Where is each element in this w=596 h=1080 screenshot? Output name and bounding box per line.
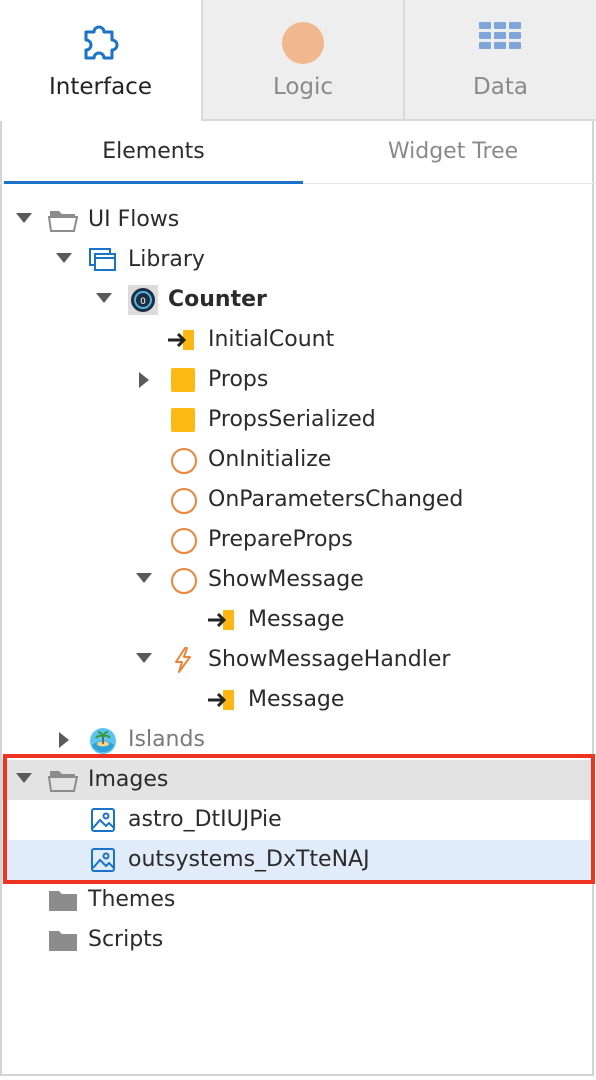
tree-item-label: OnParametersChanged [208,487,464,512]
folder-icon [48,927,77,953]
tree-item-label: Library [128,247,205,272]
folder-icon [48,887,77,913]
tab-widget-tree[interactable]: Widget Tree [303,121,596,184]
input-parameter-icon [168,327,196,353]
tab-elements[interactable]: Elements [4,121,303,184]
chevron-down-icon[interactable] [136,653,152,663]
tree-item-on-initialize[interactable]: OnInitialize [2,440,594,480]
tree-item-show-message-handler-param[interactable]: Message [2,680,594,720]
sub-tab-bar: Elements Widget Tree [0,121,596,184]
tree-item-label: InitialCount [208,327,335,352]
window-stack-icon [88,247,116,273]
tab-logic[interactable]: Logic [203,0,405,121]
tree-item-label: PropsSerialized [208,407,376,432]
chevron-down-icon[interactable] [16,213,32,223]
tree-item-label: UI Flows [88,207,180,232]
top-tab-bar: Interface Logic Data [0,0,596,121]
tree-item-ui-flows[interactable]: UI Flows [2,200,594,240]
input-parameter-icon [208,687,236,713]
tree-item-label: Themes [88,887,176,912]
tree-item-prepare-props[interactable]: PrepareProps [2,520,594,560]
tree-item-label: Message [248,687,345,712]
island-globe-icon [88,726,118,756]
tree-item-label: Scripts [88,927,164,952]
tree-item-library[interactable]: Library [2,240,594,280]
tree-item-show-message-handler[interactable]: ShowMessageHandler [2,640,594,680]
tree-item-counter[interactable]: 0 Counter [2,280,594,320]
tree-item-initial-count[interactable]: InitialCount [2,320,594,360]
tree-item-on-parameters-changed[interactable]: OnParametersChanged [2,480,594,520]
tab-interface-label: Interface [49,74,152,100]
chevron-down-icon[interactable] [136,573,152,583]
grid-icon [478,22,523,62]
local-variable-icon [171,408,195,432]
tree-item-show-message-param[interactable]: Message [2,600,594,640]
puzzle-icon [78,22,124,68]
tab-interface[interactable]: Interface [0,0,203,121]
action-circle-icon [171,528,197,554]
tree-item-label: Props [208,367,269,392]
active-tab-indicator [4,181,303,184]
tree-item-label: PrepareProps [208,527,353,552]
tab-logic-label: Logic [272,74,334,100]
folder-open-icon [47,207,79,233]
lightning-bolt-icon [171,647,199,673]
tree-item-themes[interactable]: Themes [2,880,594,920]
logic-circle-icon [282,22,324,64]
tree-item-show-message[interactable]: ShowMessage [2,560,594,600]
tree-item-label: Counter [168,287,267,312]
highlight-annotation-box [3,754,595,884]
chevron-right-icon[interactable] [59,732,69,748]
tree-item-label: Message [248,607,345,632]
input-parameter-icon [208,607,236,633]
tree-item-label: ShowMessage [208,567,364,592]
action-circle-icon [171,568,197,594]
svg-text:0: 0 [140,297,146,307]
tree-item-label: ShowMessageHandler [208,647,451,672]
tab-data-label: Data [473,74,528,100]
chevron-right-icon[interactable] [139,372,149,388]
tab-data[interactable]: Data [405,0,596,121]
counter-block-icon: 0 [128,285,158,315]
tree-item-label: OnInitialize [208,447,332,472]
tree-item-scripts[interactable]: Scripts [2,920,594,960]
action-circle-icon [171,488,197,514]
action-circle-icon [171,448,197,474]
chevron-down-icon[interactable] [96,293,112,303]
tree-item-props-serialized[interactable]: PropsSerialized [2,400,594,440]
local-variable-icon [171,368,195,392]
tree-item-props[interactable]: Props [2,360,594,400]
chevron-down-icon[interactable] [56,253,72,263]
